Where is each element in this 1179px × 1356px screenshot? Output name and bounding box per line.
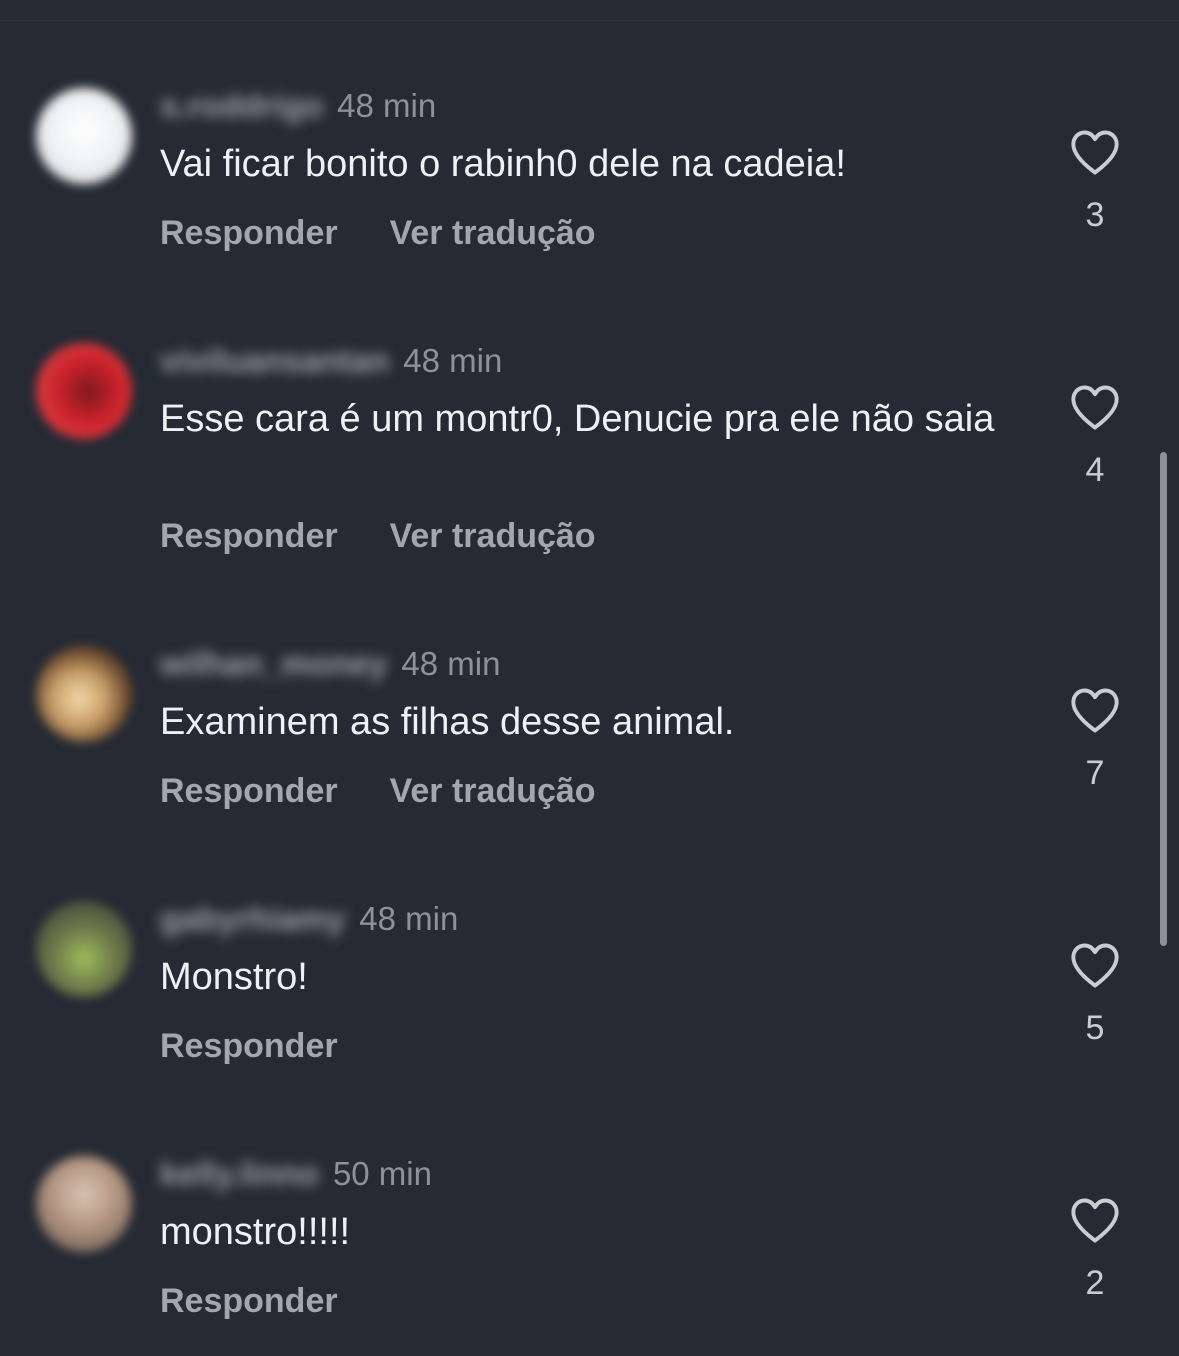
comment-meta: kelly.linno 50 min [160,1152,432,1196]
username[interactable]: kelly.linno [160,1155,319,1193]
comment-actions: Responder [160,1027,338,1066]
username[interactable]: s.roddrigo [160,87,323,125]
timestamp: 48 min [359,900,459,937]
avatar[interactable] [36,343,132,439]
avatar[interactable] [36,1156,132,1252]
comment-meta: viviluansantan 48 min [160,339,502,383]
heart-icon[interactable] [1069,128,1121,176]
username[interactable]: viviluansantan [160,342,389,380]
translate-button[interactable]: Ver tradução [390,214,596,253]
scrollbar[interactable] [1160,452,1167,946]
comment-actions: Responder Ver tradução [160,517,596,556]
comment-actions: Responder Ver tradução [160,214,596,253]
comment-text: Monstro! [160,956,308,998]
like-count: 5 [1085,1009,1105,1047]
heart-icon[interactable] [1069,686,1121,734]
translate-button[interactable]: Ver tradução [390,772,596,811]
comment-actions: Responder Ver tradução [160,772,596,811]
reply-button[interactable]: Responder [160,1282,338,1321]
comment-text: Esse cara é um montr0, Denucie pra ele n… [160,398,995,440]
heart-icon[interactable] [1069,1196,1121,1244]
comment-meta: s.roddrigo 48 min [160,84,436,128]
timestamp: 50 min [332,1155,432,1192]
avatar[interactable] [36,88,132,184]
like-control: 4 [1062,383,1128,490]
heart-icon[interactable] [1069,383,1121,431]
like-count: 3 [1085,196,1105,234]
reply-button[interactable]: Responder [160,1027,338,1066]
username[interactable]: gabyrhiamy [160,900,345,938]
like-control: 3 [1062,128,1128,235]
translate-button[interactable]: Ver tradução [390,517,596,556]
heart-icon[interactable] [1069,941,1121,989]
comment-meta: gabyrhiamy 48 min [160,897,458,941]
like-control: 5 [1062,941,1128,1048]
like-control: 2 [1062,1196,1128,1303]
reply-button[interactable]: Responder [160,517,338,556]
like-count: 2 [1085,1264,1105,1302]
comment-text: Examinem as filhas desse animal. [160,701,735,743]
reply-button[interactable]: Responder [160,214,338,253]
comment-text: Vai ficar bonito o rabinh0 dele na cadei… [160,143,846,185]
comment-text: monstro!!!!! [160,1211,351,1253]
reply-button[interactable]: Responder [160,772,338,811]
timestamp: 48 min [401,645,501,682]
timestamp: 48 min [337,87,437,124]
like-count: 4 [1085,451,1105,489]
comment-meta: wilhan_money 48 min [160,642,500,686]
username[interactable]: wilhan_money [160,645,387,683]
timestamp: 48 min [403,342,503,379]
top-divider [0,20,1179,21]
like-count: 7 [1085,754,1105,792]
avatar[interactable] [36,646,132,742]
comment-actions: Responder [160,1282,338,1321]
like-control: 7 [1062,686,1128,793]
avatar[interactable] [36,901,132,997]
